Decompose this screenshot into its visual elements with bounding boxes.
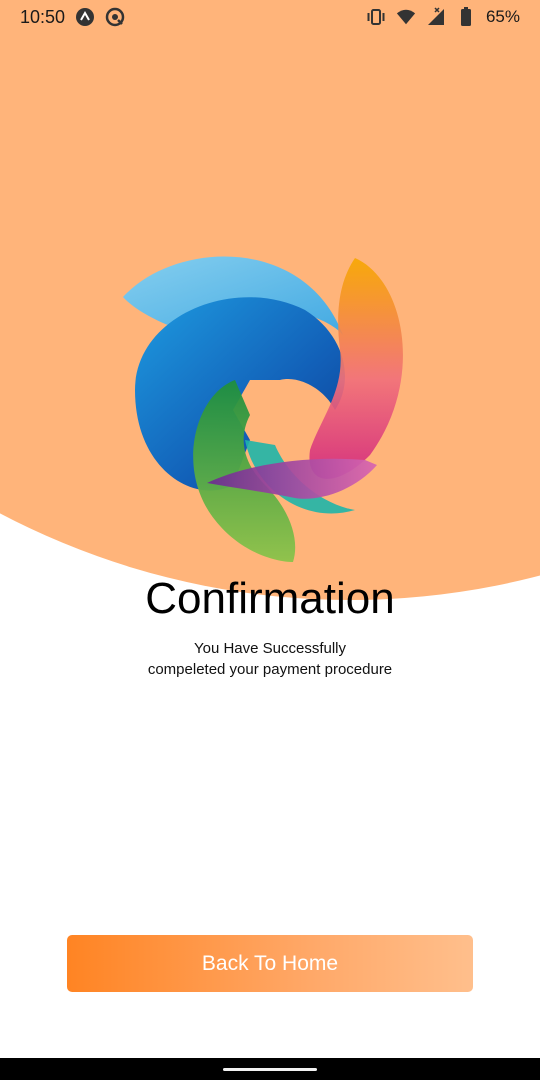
home-gesture-handle[interactable]: [223, 1068, 317, 1071]
status-bar: 10:50 65%: [0, 0, 540, 34]
status-left: 10:50: [20, 7, 125, 28]
app-notification-icon: [75, 7, 95, 27]
confirmation-screen: 10:50 65% Confirmation You Have Successf…: [0, 0, 540, 1080]
battery-percent: 65%: [485, 7, 520, 26]
back-to-home-button[interactable]: Back To Home: [67, 935, 473, 992]
wifi-icon: [396, 7, 416, 27]
brand-logo: [115, 240, 425, 570]
confirmation-message-line2: compeleted your payment procedure: [147, 661, 393, 678]
signal-icon: [426, 7, 446, 27]
page-title: Confirmation: [145, 574, 395, 623]
vibrate-icon: [366, 7, 386, 27]
status-time: 10:50: [20, 6, 66, 27]
status-right: 65%: [366, 7, 520, 27]
battery-icon: [456, 7, 476, 27]
navigation-bar: [0, 1058, 540, 1080]
confirmation-message-line1: You Have Successfully: [193, 640, 347, 657]
target-notification-icon: [105, 7, 125, 27]
